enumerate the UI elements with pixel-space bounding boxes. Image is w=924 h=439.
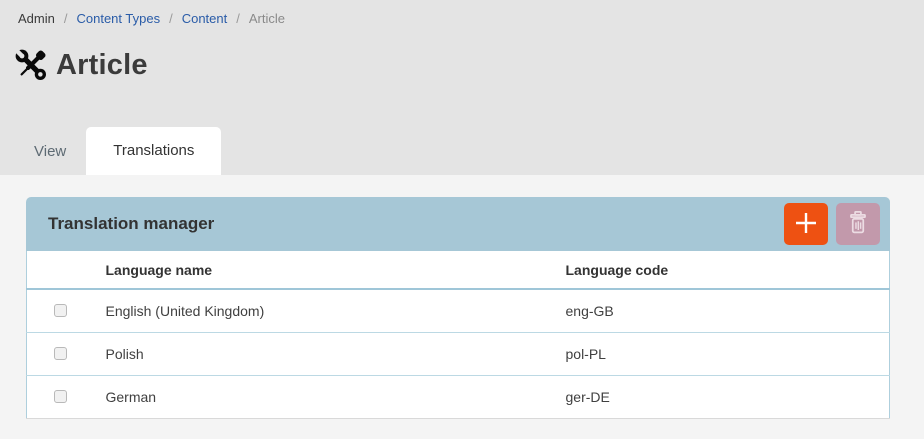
title-row: Article <box>13 47 924 83</box>
table-header-row: Language name Language code <box>27 251 890 289</box>
language-name-cell: Polish <box>96 332 566 375</box>
breadcrumb-item-content-types[interactable]: Content Types <box>76 11 160 26</box>
row-checkbox-eng-gb[interactable] <box>54 304 67 317</box>
row-checkbox-ger-de[interactable] <box>54 390 67 403</box>
tab-view[interactable]: View <box>14 129 86 175</box>
page-header: Admin / Content Types / Content / Articl… <box>0 0 924 175</box>
language-code-cell: pol-PL <box>566 332 890 375</box>
breadcrumb-item-content[interactable]: Content <box>182 11 228 26</box>
language-code-cell: eng-GB <box>566 289 890 332</box>
breadcrumb-item-admin: Admin <box>18 11 55 26</box>
language-name-cell: German <box>96 375 566 418</box>
table-row: German ger-DE <box>27 375 890 418</box>
tab-bar: View Translations <box>14 127 221 175</box>
language-name-column-header: Language name <box>96 251 566 289</box>
tab-content: Translation manager <box>0 175 924 439</box>
trash-icon <box>844 209 872 240</box>
panel-title: Translation manager <box>48 214 784 234</box>
breadcrumb-separator: / <box>169 11 173 26</box>
breadcrumb-separator: / <box>236 11 240 26</box>
translation-manager-panel: Translation manager <box>26 197 890 419</box>
tools-icon <box>13 47 49 83</box>
table-row: Polish pol-PL <box>27 332 890 375</box>
add-translation-button[interactable] <box>784 203 828 245</box>
language-code-cell: ger-DE <box>566 375 890 418</box>
language-code-column-header: Language code <box>566 251 890 289</box>
select-column-header <box>27 251 96 289</box>
row-checkbox-pol-pl[interactable] <box>54 347 67 360</box>
plus-icon <box>794 211 818 238</box>
tab-translations[interactable]: Translations <box>86 127 221 175</box>
translations-table: Language name Language code English (Uni… <box>26 251 890 419</box>
table-row: English (United Kingdom) eng-GB <box>27 289 890 332</box>
delete-translation-button[interactable] <box>836 203 880 245</box>
breadcrumb-item-article: Article <box>249 11 285 26</box>
language-name-cell: English (United Kingdom) <box>96 289 566 332</box>
translation-manager-header: Translation manager <box>26 197 890 251</box>
breadcrumb-separator: / <box>64 11 68 26</box>
breadcrumb: Admin / Content Types / Content / Articl… <box>0 0 924 26</box>
page-title: Article <box>56 49 148 82</box>
